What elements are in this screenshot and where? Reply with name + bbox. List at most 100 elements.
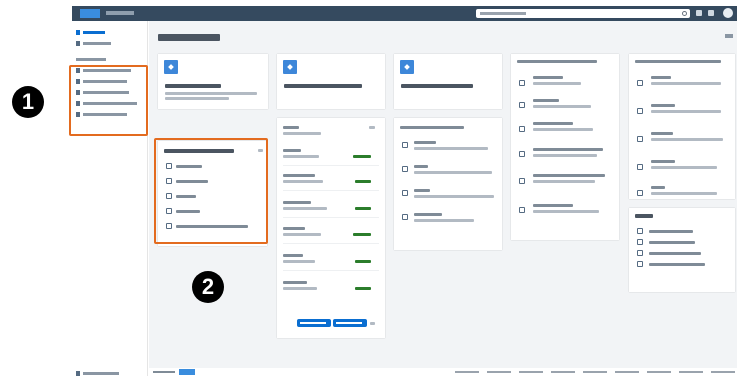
task-button-0[interactable] [297, 319, 331, 327]
task-value-text-3 [353, 233, 371, 236]
recent-item-1[interactable] [414, 165, 428, 168]
task-button-1[interactable] [333, 319, 367, 327]
recent-icon-1 [402, 166, 408, 172]
launch-tile-0[interactable] [158, 54, 268, 109]
more-icon-tasks[interactable] [369, 126, 375, 129]
list-a-sub-2 [533, 128, 593, 131]
list-card-c [629, 208, 735, 292]
list-c-icon-0 [637, 228, 643, 234]
launch-tile-1[interactable] [277, 54, 385, 109]
avatar[interactable] [723, 8, 733, 18]
task-title-1[interactable] [283, 174, 315, 177]
footer-links[interactable] [455, 371, 737, 373]
task-sub-0 [283, 155, 319, 158]
recent-item-2[interactable] [414, 189, 430, 192]
search-icon[interactable] [682, 11, 687, 16]
list-b-sub-2 [651, 138, 723, 141]
list-b-sub-3 [651, 166, 717, 169]
notifications-icon[interactable] [696, 10, 702, 16]
task-value-text-1 [355, 180, 371, 183]
list-a-item-2[interactable] [533, 122, 573, 125]
list-a-sub-5 [533, 210, 599, 213]
task-button-label-0 [300, 322, 326, 324]
recent-item-3[interactable] [414, 213, 442, 216]
divider [283, 190, 379, 191]
task-title-5[interactable] [283, 281, 307, 284]
list-c-icon-2 [637, 250, 643, 256]
task-title-0[interactable] [283, 149, 301, 152]
task-button-text-1 [336, 322, 362, 324]
list-b-item-3[interactable] [651, 160, 675, 163]
list-a-item-1[interactable] [533, 99, 559, 102]
list-b-item-0[interactable] [651, 76, 671, 79]
recent-sub-0 [414, 147, 488, 150]
tile-title-0 [165, 84, 221, 88]
task-title-4[interactable] [283, 254, 303, 257]
recent-item-0[interactable] [414, 141, 436, 144]
edit-page-icon[interactable] [725, 34, 733, 38]
list-a-icon-2 [519, 126, 525, 132]
list-a-icon-4 [519, 178, 525, 184]
list-c-item-text-0 [649, 230, 693, 233]
tile-title-2 [401, 84, 473, 88]
list-b-sub-0 [651, 82, 721, 85]
search-placeholder [480, 12, 526, 15]
list-c-item-text-2 [649, 252, 701, 255]
task-sub-5 [283, 287, 317, 290]
task-title-text-0 [283, 149, 301, 152]
list-c-item-3[interactable] [649, 263, 705, 266]
task-sub-3 [283, 233, 321, 236]
settings-icon[interactable] [708, 10, 714, 16]
list-c-item-2[interactable] [649, 252, 701, 255]
task-title-text-5 [283, 281, 307, 284]
sidebar-item-label-2 [76, 58, 106, 61]
recent-icon-0 [402, 142, 408, 148]
recent-item-text-3 [414, 213, 442, 216]
list-a-item-5[interactable] [533, 204, 573, 207]
divider [283, 243, 379, 244]
recent-card [394, 118, 502, 250]
shell-bar [72, 6, 737, 21]
list-b-item-text-2 [651, 132, 673, 135]
tile-subtitle-line-0 [165, 97, 229, 100]
page-title-text [158, 34, 220, 41]
list-c-item-0[interactable] [649, 230, 693, 233]
list-c-icon-3 [637, 261, 643, 267]
list-a-item-0[interactable] [533, 76, 563, 79]
task-title-3[interactable] [283, 227, 305, 230]
list-a-item-text-3 [533, 148, 603, 151]
search-input[interactable] [476, 9, 690, 18]
highlight-box-2 [154, 138, 268, 244]
list-a-icon-0 [519, 80, 525, 86]
page-title [158, 34, 220, 41]
task-title-2[interactable] [283, 201, 311, 204]
task-title-text-3 [283, 227, 305, 230]
recent-icon-2 [402, 190, 408, 196]
sidebar-item-text-1 [83, 42, 111, 45]
list-c-item-text-1 [649, 241, 695, 244]
task-value-5 [355, 287, 371, 290]
list-a-icon-1 [519, 102, 525, 108]
list-c-icon-1 [637, 239, 643, 245]
list-c-item-1[interactable] [649, 241, 695, 244]
task-value-1 [355, 180, 371, 183]
list-b-icon-1 [637, 108, 643, 114]
tasks-subheader [283, 132, 321, 135]
highlight-box-1 [69, 65, 148, 136]
recent-sub-1 [414, 171, 492, 174]
list-b-item-1[interactable] [651, 104, 675, 107]
list-a-item-3[interactable] [533, 148, 603, 151]
launch-tile-2[interactable] [394, 54, 502, 109]
sidebar-footer-label [83, 372, 119, 375]
list-b-icon-2 [637, 136, 643, 142]
list-b-item-text-1 [651, 104, 675, 107]
list-a-item-4[interactable] [533, 174, 605, 177]
chevron-down-icon[interactable] [370, 322, 375, 325]
list-b-item-4[interactable] [651, 186, 665, 189]
task-value-0 [353, 155, 371, 158]
list-b-icon-4 [637, 190, 643, 196]
sap-logo[interactable] [80, 9, 100, 18]
list-b-item-2[interactable] [651, 132, 673, 135]
task-value-4 [355, 260, 371, 263]
tile-title-text-0 [165, 84, 221, 88]
